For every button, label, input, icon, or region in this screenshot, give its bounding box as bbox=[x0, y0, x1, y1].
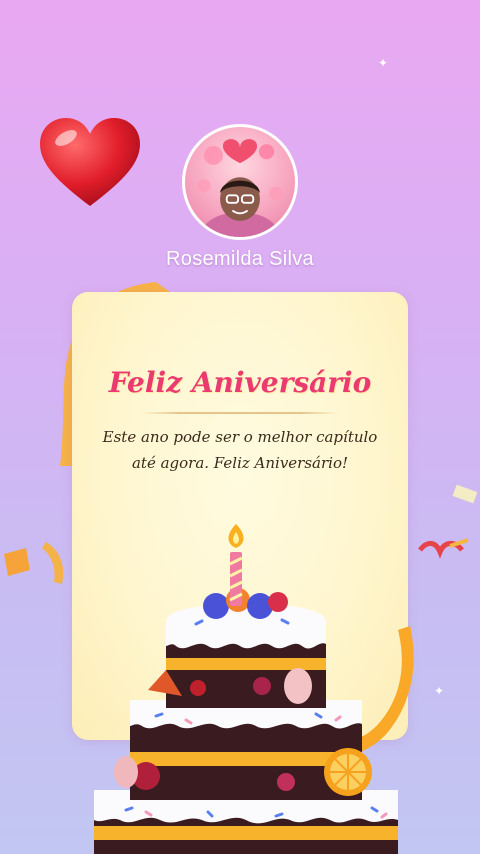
sparkle-icon: ✦ bbox=[434, 684, 445, 698]
birthday-cake-icon bbox=[94, 524, 398, 854]
confetti-decoration bbox=[418, 484, 478, 559]
avatar[interactable] bbox=[182, 124, 298, 240]
profile-photo bbox=[197, 139, 283, 237]
heart-icon bbox=[40, 118, 140, 206]
card-title: Feliz Aniversário bbox=[108, 366, 372, 399]
user-name: Rosemilda Silva bbox=[166, 248, 314, 270]
candle-icon bbox=[228, 524, 244, 606]
sparkle-icon: ✦ bbox=[378, 56, 389, 70]
card-message: Este ano pode ser o melhor capítulo até … bbox=[102, 428, 378, 472]
confetti-decoration bbox=[4, 542, 64, 584]
title-divider bbox=[140, 412, 340, 414]
